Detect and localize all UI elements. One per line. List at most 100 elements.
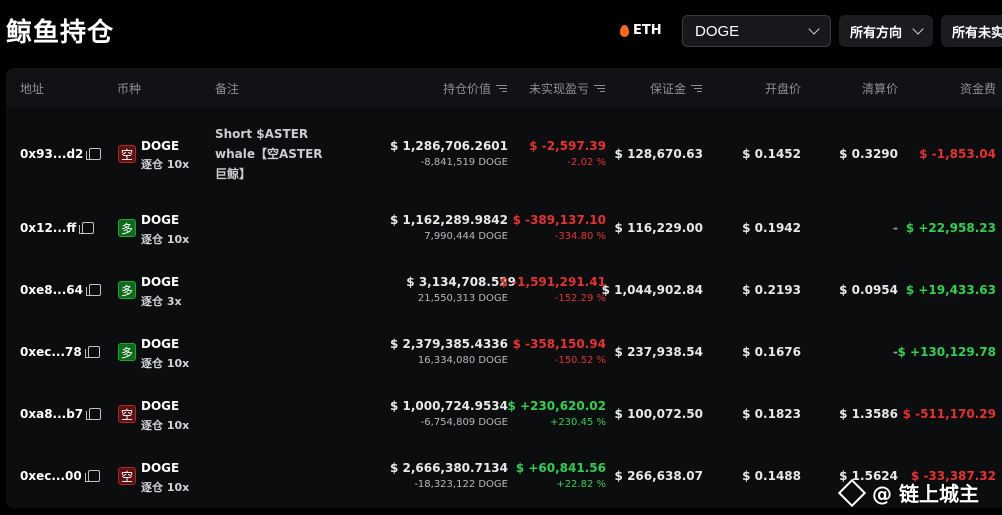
funding-value: $ -511,170.29 (902, 407, 996, 421)
col-funding: 资金费 (959, 82, 996, 96)
col-liq-price: 清算价 (861, 82, 898, 96)
unrealized-pnl: $ -1,591,291.41 (499, 275, 606, 289)
position-value: $ 1,000,724.9534 (389, 399, 508, 413)
logo-icon (837, 478, 867, 507)
position-size: 7,990,444 DOGE (424, 231, 508, 242)
position-size: -6,754,809 DOGE (420, 417, 508, 428)
position-size: -8,841,519 DOGE (420, 157, 508, 168)
col-margin-label: 保证金 (649, 82, 686, 96)
copy-icon[interactable] (86, 408, 102, 420)
chevron-down-icon (912, 23, 924, 35)
chevron-down-icon (808, 23, 820, 35)
entry-price: $ 0.1452 (742, 147, 801, 161)
coin-name: DOGE (141, 275, 180, 289)
side-badge: 多 (118, 343, 136, 361)
unrealized-pnl-pct: +230.45 % (549, 417, 606, 428)
address-text: 0x93...d2 (20, 147, 84, 161)
address-cell[interactable]: 0xe8...64 (20, 283, 101, 297)
unrealized-pnl-pct: -150.52 % (554, 355, 606, 366)
note-text: Short $ASTER whale【空ASTER巨鲸】 (215, 127, 323, 181)
funding-value: $ +130,129.78 (897, 345, 997, 359)
address-text: 0x12...ff (20, 221, 77, 235)
col-position-value-label: 持仓价值 (442, 82, 491, 96)
coin-select-value: DOGE (695, 22, 740, 40)
address-cell[interactable]: 0xec...00 (20, 469, 100, 483)
position-value: $ 2,379,385.4336 (389, 337, 508, 351)
sort-icon (691, 84, 702, 93)
coin-name: DOGE (141, 461, 180, 475)
side-badge: 多 (118, 219, 136, 237)
liq-price: $ 1.3586 (839, 407, 898, 421)
address-text: 0xe8...64 (20, 283, 83, 297)
copy-icon[interactable] (84, 346, 100, 358)
position-value: $ 1,162,289.9842 (389, 213, 508, 227)
margin-value: $ 100,072.50 (614, 407, 703, 421)
copy-icon[interactable] (84, 470, 100, 482)
sort-icon (594, 84, 605, 93)
unrealized-pnl-pct: +22.82 % (556, 479, 606, 490)
watermark: @ 链上城主 (837, 478, 979, 507)
address-cell[interactable]: 0xec...78 (20, 345, 100, 359)
chain-filter[interactable]: ETH (620, 23, 662, 38)
unrealized-pnl-pct: -334.80 % (554, 231, 606, 242)
unrealized-pnl: $ +60,841.56 (515, 461, 606, 475)
unrealized-pnl: $ +230,620.02 (507, 399, 607, 413)
coin-name: DOGE (141, 139, 180, 153)
unrealized-pnl: $ -358,150.94 (512, 337, 606, 351)
position-value: $ 2,666,380.7134 (389, 461, 508, 475)
leverage-label: 逐仓 10x (141, 419, 190, 432)
liq-price: $ 0.0954 (839, 283, 898, 297)
unrealized-pnl: $ -2,597.39 (529, 139, 606, 153)
copy-icon[interactable] (85, 284, 101, 296)
col-margin[interactable]: 保证金 (620, 80, 702, 97)
position-size: 16,334,080 DOGE (417, 355, 508, 366)
address-cell[interactable]: 0xa8...b7 (20, 407, 102, 421)
entry-price: $ 0.1488 (742, 469, 801, 483)
leverage-label: 逐仓 10x (141, 233, 190, 246)
funding-value: $ +19,433.63 (905, 283, 996, 297)
copy-icon[interactable] (79, 222, 95, 234)
position-size: -18,323,122 DOGE (414, 479, 508, 490)
side-badge: 空 (118, 405, 136, 423)
position-size: 21,550,313 DOGE (417, 293, 508, 304)
watermark-text: @ 链上城主 (872, 482, 979, 506)
funding-value: $ +22,958.23 (905, 221, 996, 235)
leverage-label: 逐仓 3x (141, 295, 182, 308)
margin-value: $ 116,229.00 (614, 221, 703, 235)
col-note: 备注 (215, 82, 240, 96)
side-badge: 空 (118, 467, 136, 485)
col-unrealized-pnl-label: 未实现盈亏 (528, 82, 589, 96)
liq-price: - (893, 221, 898, 235)
col-unrealized-pnl[interactable]: 未实现盈亏 (515, 80, 605, 97)
margin-value: $ 266,638.07 (614, 469, 703, 483)
page-title: 鲸鱼持仓 (6, 18, 115, 48)
coin-name: DOGE (141, 399, 180, 413)
address-cell[interactable]: 0x93...d2 (20, 147, 102, 161)
side-badge: 空 (118, 145, 136, 163)
sort-icon (496, 84, 507, 93)
chain-label: ETH (633, 23, 662, 38)
unrealized-select[interactable]: 所有未实 (941, 15, 1002, 47)
entry-price: $ 0.1942 (742, 221, 801, 235)
margin-value: $ 1,044,902.84 (601, 283, 703, 297)
col-address: 地址 (20, 82, 45, 96)
margin-value: $ 237,938.54 (614, 345, 703, 359)
side-badge: 多 (118, 281, 136, 299)
coin-select[interactable]: DOGE (682, 15, 831, 47)
copy-icon[interactable] (86, 148, 102, 160)
address-cell[interactable]: 0x12...ff (20, 221, 95, 235)
address-text: 0xec...00 (20, 469, 82, 483)
col-position-value[interactable]: 持仓价值 (420, 80, 507, 97)
coin-name: DOGE (141, 337, 180, 351)
flame-icon (620, 24, 629, 37)
direction-select[interactable]: 所有方向 (839, 15, 933, 47)
address-text: 0xec...78 (20, 345, 82, 359)
entry-price: $ 0.2193 (742, 283, 801, 297)
entry-price: $ 0.1823 (742, 407, 801, 421)
coin-name: DOGE (141, 213, 180, 227)
entry-price: $ 0.1676 (742, 345, 801, 359)
liq-price: $ 0.3290 (839, 147, 898, 161)
unrealized-pnl-pct: -2.02 % (567, 157, 606, 168)
direction-select-value: 所有方向 (850, 25, 903, 41)
leverage-label: 逐仓 10x (141, 158, 190, 171)
